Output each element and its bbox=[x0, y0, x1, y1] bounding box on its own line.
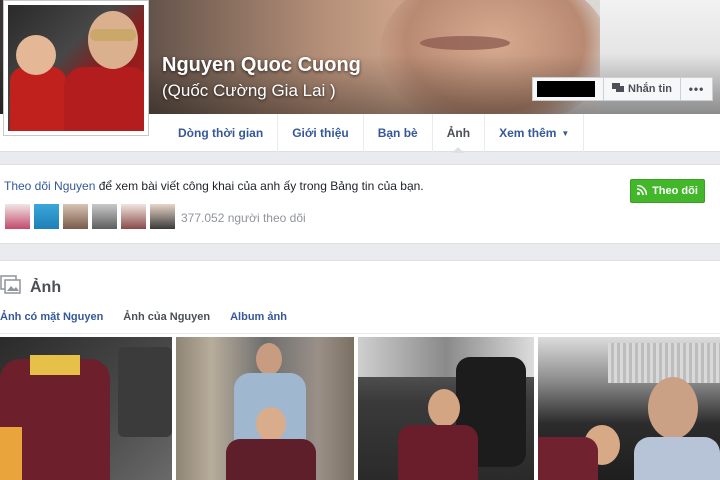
photo-man-shirt bbox=[634, 437, 720, 480]
tab-friends[interactable]: Bạn bè bbox=[364, 114, 433, 152]
photo-boy-shirt bbox=[538, 437, 598, 480]
photo-boy-shirt bbox=[226, 439, 316, 480]
tab-more-label: Xem thêm bbox=[499, 126, 557, 140]
follow-button[interactable]: Theo dõi bbox=[630, 179, 705, 203]
message-button[interactable]: Nhắn tin bbox=[604, 77, 681, 101]
photos-header: Ảnh bbox=[0, 275, 61, 300]
photo-thumbnail[interactable] bbox=[358, 337, 534, 480]
photos-section: Ảnh Ảnh có mặt Nguyen Ảnh của Nguyen Alb… bbox=[0, 260, 720, 480]
pp-kid-shirt bbox=[10, 67, 66, 131]
rss-icon bbox=[636, 184, 648, 198]
pp-man-shirt bbox=[64, 67, 144, 131]
profile-picture[interactable] bbox=[3, 0, 149, 136]
profile-name[interactable]: Nguyen Quoc Cuong bbox=[162, 54, 361, 77]
subtab-photos-of[interactable]: Ảnh có mặt Nguyen bbox=[0, 311, 103, 323]
avatar[interactable] bbox=[120, 203, 147, 230]
tab-photos[interactable]: Ảnh bbox=[433, 114, 486, 153]
follow-box: Theo dõi Nguyen để xem bài viết công kha… bbox=[0, 164, 720, 244]
follow-prompt: Theo dõi Nguyen để xem bài viết công kha… bbox=[4, 179, 424, 193]
avatar[interactable] bbox=[33, 203, 60, 230]
photo-thumbnail[interactable] bbox=[176, 337, 354, 480]
follower-count: 377.052 người theo dõi bbox=[181, 211, 306, 225]
photo-boy-face bbox=[256, 407, 286, 441]
profile-alternate-name: (Quốc Cường Gia Lai ) bbox=[162, 81, 336, 100]
more-options-button[interactable]: ••• bbox=[681, 77, 713, 101]
redacted-button[interactable] bbox=[532, 77, 604, 101]
follower-avatars bbox=[4, 203, 176, 230]
subtab-photos-by[interactable]: Ảnh của Nguyen bbox=[123, 311, 210, 323]
redaction-bar bbox=[537, 81, 595, 97]
photo-boy-shirt bbox=[398, 425, 478, 480]
photo-man-face bbox=[648, 377, 698, 439]
photo-car-curtain bbox=[608, 343, 720, 383]
pp-sunglasses bbox=[90, 29, 136, 41]
follow-link[interactable]: Theo dõi Nguyen bbox=[4, 179, 95, 193]
photos-icon bbox=[0, 275, 22, 300]
subtab-albums[interactable]: Album ảnh bbox=[230, 311, 287, 323]
chevron-down-icon: ▼ bbox=[561, 128, 570, 138]
cover-actions: Nhắn tin ••• bbox=[532, 77, 713, 101]
photo-shirt-sleeve bbox=[0, 427, 22, 480]
avatar[interactable] bbox=[62, 203, 89, 230]
tab-more[interactable]: Xem thêm ▼ bbox=[485, 114, 585, 152]
photo-shirt-collar bbox=[30, 355, 80, 375]
divider bbox=[0, 333, 720, 334]
pp-kid-face bbox=[16, 35, 56, 75]
avatar[interactable] bbox=[4, 203, 31, 230]
photos-subtabs: Ảnh có mặt Nguyen Ảnh của Nguyen Album ả… bbox=[0, 311, 287, 323]
avatar[interactable] bbox=[91, 203, 118, 230]
photo-man-face bbox=[256, 343, 282, 375]
photo-bag bbox=[118, 347, 172, 437]
photos-title[interactable]: Ảnh bbox=[30, 279, 61, 297]
cover-mouth bbox=[420, 36, 510, 50]
follow-button-label: Theo dõi bbox=[652, 185, 698, 197]
photo-boy-face bbox=[428, 389, 460, 427]
profile-picture-image bbox=[8, 5, 144, 131]
photo-thumbnail[interactable] bbox=[0, 337, 172, 480]
tab-about[interactable]: Giới thiệu bbox=[278, 114, 364, 152]
message-icon bbox=[612, 82, 624, 96]
avatar[interactable] bbox=[149, 203, 176, 230]
message-label: Nhắn tin bbox=[628, 83, 672, 95]
tab-timeline[interactable]: Dòng thời gian bbox=[164, 114, 279, 152]
follow-prompt-rest: để xem bài viết công khai của anh ấy tro… bbox=[95, 179, 424, 193]
photo-thumbnail[interactable] bbox=[538, 337, 720, 480]
